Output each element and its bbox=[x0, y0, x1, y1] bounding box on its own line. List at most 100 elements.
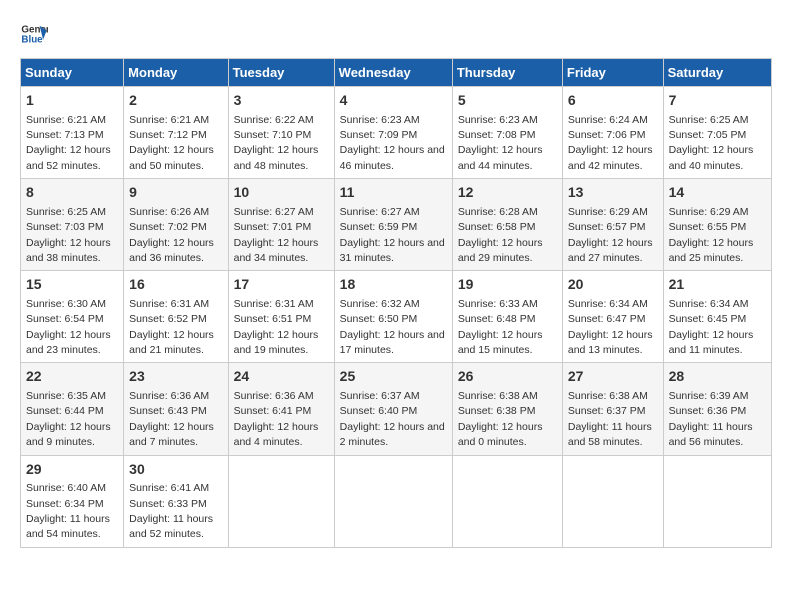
day-cell: 7 Sunrise: 6:25 AM Sunset: 7:05 PM Dayli… bbox=[663, 87, 771, 179]
day-cell: 21 Sunrise: 6:34 AM Sunset: 6:45 PM Dayl… bbox=[663, 271, 771, 363]
logo-icon: General Blue bbox=[20, 20, 48, 48]
day-number: 2 bbox=[129, 91, 222, 111]
sunset-text: Sunset: 6:41 PM bbox=[234, 405, 312, 417]
daylight-text: Daylight: 12 hours and 13 minutes. bbox=[568, 329, 653, 356]
sunrise-text: Sunrise: 6:32 AM bbox=[340, 298, 420, 310]
day-number: 5 bbox=[458, 91, 557, 111]
day-cell: 11 Sunrise: 6:27 AM Sunset: 6:59 PM Dayl… bbox=[334, 179, 452, 271]
daylight-text: Daylight: 12 hours and 38 minutes. bbox=[26, 237, 111, 264]
week-row-4: 22 Sunrise: 6:35 AM Sunset: 6:44 PM Dayl… bbox=[21, 363, 772, 455]
week-row-1: 1 Sunrise: 6:21 AM Sunset: 7:13 PM Dayli… bbox=[21, 87, 772, 179]
daylight-text: Daylight: 12 hours and 9 minutes. bbox=[26, 421, 111, 448]
sunset-text: Sunset: 6:50 PM bbox=[340, 313, 418, 325]
daylight-text: Daylight: 12 hours and 0 minutes. bbox=[458, 421, 543, 448]
day-cell: 18 Sunrise: 6:32 AM Sunset: 6:50 PM Dayl… bbox=[334, 271, 452, 363]
sunset-text: Sunset: 7:06 PM bbox=[568, 129, 646, 141]
day-number: 19 bbox=[458, 275, 557, 295]
sunrise-text: Sunrise: 6:25 AM bbox=[26, 206, 106, 218]
daylight-text: Daylight: 12 hours and 31 minutes. bbox=[340, 237, 445, 264]
sunrise-text: Sunrise: 6:25 AM bbox=[669, 114, 749, 126]
daylight-text: Daylight: 12 hours and 7 minutes. bbox=[129, 421, 214, 448]
sunrise-text: Sunrise: 6:34 AM bbox=[568, 298, 648, 310]
day-number: 27 bbox=[568, 367, 658, 387]
sunset-text: Sunset: 6:33 PM bbox=[129, 498, 207, 510]
sunset-text: Sunset: 6:52 PM bbox=[129, 313, 207, 325]
day-number: 25 bbox=[340, 367, 447, 387]
day-number: 20 bbox=[568, 275, 658, 295]
day-number: 15 bbox=[26, 275, 118, 295]
sunrise-text: Sunrise: 6:30 AM bbox=[26, 298, 106, 310]
day-cell: 30 Sunrise: 6:41 AM Sunset: 6:33 PM Dayl… bbox=[124, 455, 228, 547]
header-monday: Monday bbox=[124, 59, 228, 87]
sunrise-text: Sunrise: 6:22 AM bbox=[234, 114, 314, 126]
header-saturday: Saturday bbox=[663, 59, 771, 87]
day-number: 9 bbox=[129, 183, 222, 203]
day-number: 4 bbox=[340, 91, 447, 111]
day-number: 12 bbox=[458, 183, 557, 203]
day-cell: 13 Sunrise: 6:29 AM Sunset: 6:57 PM Dayl… bbox=[562, 179, 663, 271]
sunrise-text: Sunrise: 6:24 AM bbox=[568, 114, 648, 126]
sunset-text: Sunset: 7:08 PM bbox=[458, 129, 536, 141]
daylight-text: Daylight: 12 hours and 4 minutes. bbox=[234, 421, 319, 448]
sunrise-text: Sunrise: 6:35 AM bbox=[26, 390, 106, 402]
sunrise-text: Sunrise: 6:28 AM bbox=[458, 206, 538, 218]
daylight-text: Daylight: 12 hours and 42 minutes. bbox=[568, 144, 653, 171]
sunrise-text: Sunrise: 6:27 AM bbox=[340, 206, 420, 218]
header-thursday: Thursday bbox=[452, 59, 562, 87]
header-friday: Friday bbox=[562, 59, 663, 87]
sunrise-text: Sunrise: 6:41 AM bbox=[129, 482, 209, 494]
day-cell: 4 Sunrise: 6:23 AM Sunset: 7:09 PM Dayli… bbox=[334, 87, 452, 179]
daylight-text: Daylight: 12 hours and 25 minutes. bbox=[669, 237, 754, 264]
day-cell: 22 Sunrise: 6:35 AM Sunset: 6:44 PM Dayl… bbox=[21, 363, 124, 455]
header-wednesday: Wednesday bbox=[334, 59, 452, 87]
sunset-text: Sunset: 7:13 PM bbox=[26, 129, 104, 141]
sunset-text: Sunset: 7:01 PM bbox=[234, 221, 312, 233]
day-number: 21 bbox=[669, 275, 766, 295]
daylight-text: Daylight: 11 hours and 58 minutes. bbox=[568, 421, 652, 448]
sunrise-text: Sunrise: 6:26 AM bbox=[129, 206, 209, 218]
daylight-text: Daylight: 12 hours and 52 minutes. bbox=[26, 144, 111, 171]
sunrise-text: Sunrise: 6:31 AM bbox=[234, 298, 314, 310]
sunset-text: Sunset: 6:44 PM bbox=[26, 405, 104, 417]
sunset-text: Sunset: 6:36 PM bbox=[669, 405, 747, 417]
sunset-text: Sunset: 6:48 PM bbox=[458, 313, 536, 325]
daylight-text: Daylight: 12 hours and 11 minutes. bbox=[669, 329, 754, 356]
sunrise-text: Sunrise: 6:29 AM bbox=[568, 206, 648, 218]
sunrise-text: Sunrise: 6:29 AM bbox=[669, 206, 749, 218]
sunset-text: Sunset: 6:58 PM bbox=[458, 221, 536, 233]
day-number: 10 bbox=[234, 183, 329, 203]
sunrise-text: Sunrise: 6:21 AM bbox=[129, 114, 209, 126]
sunrise-text: Sunrise: 6:23 AM bbox=[458, 114, 538, 126]
daylight-text: Daylight: 12 hours and 36 minutes. bbox=[129, 237, 214, 264]
sunset-text: Sunset: 6:45 PM bbox=[669, 313, 747, 325]
page-header: General Blue bbox=[20, 20, 772, 48]
daylight-text: Daylight: 11 hours and 54 minutes. bbox=[26, 513, 110, 540]
day-number: 29 bbox=[26, 460, 118, 480]
daylight-text: Daylight: 12 hours and 19 minutes. bbox=[234, 329, 319, 356]
sunset-text: Sunset: 7:05 PM bbox=[669, 129, 747, 141]
day-number: 6 bbox=[568, 91, 658, 111]
day-number: 7 bbox=[669, 91, 766, 111]
sunrise-text: Sunrise: 6:40 AM bbox=[26, 482, 106, 494]
day-cell: 19 Sunrise: 6:33 AM Sunset: 6:48 PM Dayl… bbox=[452, 271, 562, 363]
day-number: 3 bbox=[234, 91, 329, 111]
day-number: 26 bbox=[458, 367, 557, 387]
daylight-text: Daylight: 12 hours and 44 minutes. bbox=[458, 144, 543, 171]
day-number: 1 bbox=[26, 91, 118, 111]
sunset-text: Sunset: 6:57 PM bbox=[568, 221, 646, 233]
daylight-text: Daylight: 12 hours and 15 minutes. bbox=[458, 329, 543, 356]
sunset-text: Sunset: 6:38 PM bbox=[458, 405, 536, 417]
day-cell: 28 Sunrise: 6:39 AM Sunset: 6:36 PM Dayl… bbox=[663, 363, 771, 455]
day-number: 24 bbox=[234, 367, 329, 387]
daylight-text: Daylight: 12 hours and 29 minutes. bbox=[458, 237, 543, 264]
day-number: 23 bbox=[129, 367, 222, 387]
day-cell: 8 Sunrise: 6:25 AM Sunset: 7:03 PM Dayli… bbox=[21, 179, 124, 271]
daylight-text: Daylight: 11 hours and 56 minutes. bbox=[669, 421, 753, 448]
sunset-text: Sunset: 7:12 PM bbox=[129, 129, 207, 141]
day-cell bbox=[562, 455, 663, 547]
day-cell: 25 Sunrise: 6:37 AM Sunset: 6:40 PM Dayl… bbox=[334, 363, 452, 455]
day-cell: 5 Sunrise: 6:23 AM Sunset: 7:08 PM Dayli… bbox=[452, 87, 562, 179]
day-cell: 17 Sunrise: 6:31 AM Sunset: 6:51 PM Dayl… bbox=[228, 271, 334, 363]
sunset-text: Sunset: 6:55 PM bbox=[669, 221, 747, 233]
sunrise-text: Sunrise: 6:21 AM bbox=[26, 114, 106, 126]
